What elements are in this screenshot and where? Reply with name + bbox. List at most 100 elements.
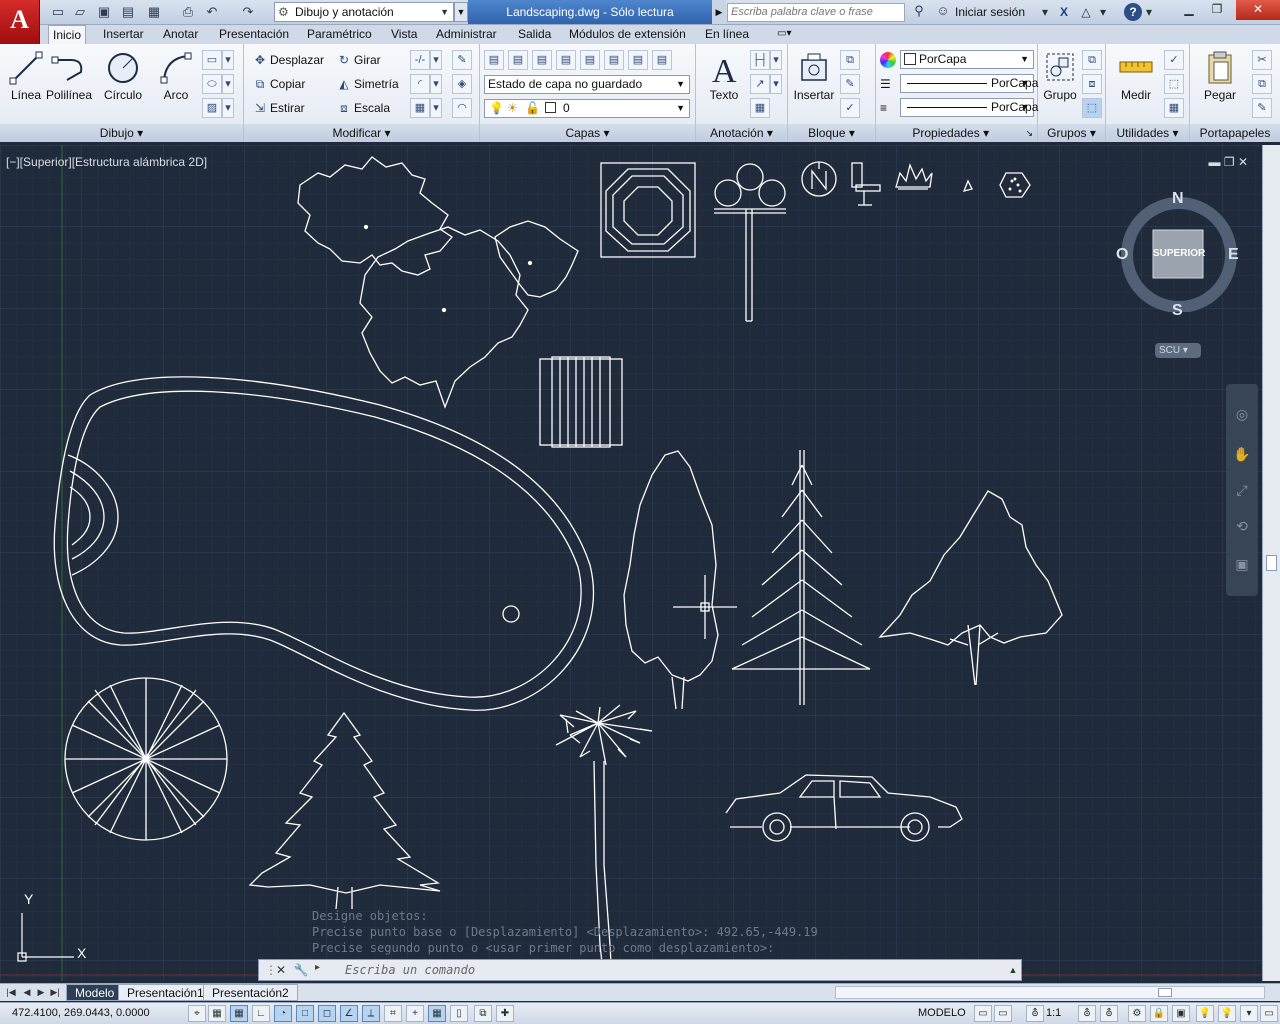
- autodesk-icon[interactable]: △: [1077, 3, 1095, 21]
- showmotion-icon[interactable]: ▣: [1230, 552, 1254, 576]
- snap-mode-icon[interactable]: ▦: [208, 1005, 226, 1022]
- measure-button[interactable]: Medir: [1110, 48, 1162, 120]
- vertical-scrollbar[interactable]: [1262, 145, 1280, 981]
- tab-vista[interactable]: Vista: [387, 25, 421, 44]
- tab-administrar[interactable]: Administrar: [432, 25, 501, 44]
- mirror-button[interactable]: ◭ Simetría: [334, 74, 398, 94]
- compass-north[interactable]: N: [1172, 190, 1184, 208]
- tab-inicio[interactable]: Inicio: [48, 25, 87, 44]
- cut-icon[interactable]: ✂: [1252, 50, 1272, 70]
- application-menu-button[interactable]: A: [0, 0, 40, 44]
- dynamic-ucs-icon[interactable]: ⟂: [362, 1005, 380, 1022]
- lineweight-select[interactable]: PorCapa ▼: [900, 74, 1038, 93]
- transparency-icon[interactable]: ▦: [428, 1005, 446, 1022]
- layer-states-icon[interactable]: ▤: [508, 50, 528, 70]
- vertical-scroll-thumb[interactable]: [1266, 555, 1277, 571]
- viewcube[interactable]: SUPERIOR N S E O: [1116, 190, 1240, 319]
- layer-off-icon[interactable]: ▤: [580, 50, 600, 70]
- last-tab-icon[interactable]: ▶|: [48, 985, 62, 999]
- calculator-icon[interactable]: ▦: [1164, 98, 1184, 118]
- create-block-icon[interactable]: ⧉: [840, 50, 860, 70]
- model-space-toggle[interactable]: MODELO: [918, 1007, 966, 1019]
- save-as-icon[interactable]: ▤: [118, 3, 138, 21]
- chevron-down-icon[interactable]: ▾: [222, 98, 234, 118]
- panel-title-propiedades[interactable]: Propiedades ▾ ↘: [876, 124, 1037, 142]
- arc-button[interactable]: Arco: [150, 48, 202, 120]
- color-wheel-icon[interactable]: [880, 52, 896, 68]
- stretch-button[interactable]: ⇲ Estirar: [250, 98, 305, 118]
- panel-title-modificar[interactable]: Modificar ▾: [244, 124, 479, 142]
- erase-icon[interactable]: ✎: [452, 50, 472, 70]
- compass-east[interactable]: E: [1228, 246, 1239, 264]
- tab-modulos-extension[interactable]: Módulos de extensión: [565, 25, 690, 44]
- wrench-icon[interactable]: 🔧: [293, 962, 309, 978]
- prev-tab-icon[interactable]: ◀: [20, 985, 34, 999]
- panel-title-dibujo[interactable]: Dibujo ▾: [0, 124, 243, 142]
- copy-button[interactable]: ⧉ Copiar: [250, 74, 306, 94]
- viewcube-top-face[interactable]: SUPERIOR: [1153, 248, 1205, 259]
- help-search-input[interactable]: Escriba palabra clave o frase: [727, 3, 905, 22]
- layer-select[interactable]: 💡 ☀ 🔓 0 ▼: [484, 99, 690, 118]
- quick-access-menu-button[interactable]: ▼: [454, 2, 468, 22]
- grid-display-icon[interactable]: ▦: [230, 1005, 248, 1022]
- panel-title-utilidades[interactable]: Utilidades ▾: [1106, 124, 1189, 142]
- group-button[interactable]: Grupo: [1038, 48, 1082, 120]
- hatch-icon[interactable]: ▨: [202, 98, 222, 118]
- dynamic-input-icon[interactable]: ⌗: [384, 1005, 402, 1022]
- chevron-down-icon[interactable]: ▾: [1098, 3, 1108, 21]
- chevron-down-icon[interactable]: ▾: [1144, 3, 1154, 21]
- ucs-menu-button[interactable]: SCU ▾: [1155, 343, 1201, 358]
- tab-insertar[interactable]: Insertar: [99, 25, 148, 44]
- isolate-objects-icon-2[interactable]: 💡: [1218, 1005, 1236, 1022]
- tab-presentacion2[interactable]: Presentación2: [203, 984, 298, 1001]
- trim-icon[interactable]: -/-: [410, 50, 430, 70]
- select-all-icon[interactable]: ⬚: [1164, 74, 1184, 94]
- polar-tracking-icon[interactable]: ◔: [274, 1005, 292, 1022]
- undo-icon[interactable]: ↶: [202, 3, 222, 21]
- annotation-monitor-icon[interactable]: ✚: [496, 1005, 514, 1022]
- layer-properties-icon[interactable]: ▤: [484, 50, 504, 70]
- table-icon[interactable]: ▦: [750, 98, 770, 118]
- paste-button[interactable]: Pegar: [1194, 48, 1246, 120]
- group-edit-icon[interactable]: ⧈: [1082, 74, 1102, 94]
- compass-west[interactable]: O: [1116, 246, 1128, 264]
- fillet-icon[interactable]: ◜: [410, 74, 430, 94]
- ribbon-minimize-button[interactable]: ▭▾: [773, 25, 795, 44]
- redo-icon[interactable]: ↷: [238, 3, 258, 21]
- exchange-icon[interactable]: X: [1055, 3, 1073, 21]
- leader-icon[interactable]: ↗: [750, 74, 770, 94]
- 3d-object-snap-icon[interactable]: ◻: [318, 1005, 336, 1022]
- drawing-canvas[interactable]: Y X [−][Superior][Estructura alámbrica 2…: [0, 145, 1262, 981]
- lineweight-icon[interactable]: ☰: [880, 77, 891, 91]
- ellipse-icon[interactable]: ⬭: [202, 74, 222, 94]
- viewport-window-controls[interactable]: ▬ ❐ ✕: [1209, 155, 1248, 169]
- array-icon[interactable]: ▦: [410, 98, 430, 118]
- circle-button[interactable]: Círculo: [97, 48, 149, 120]
- radial-tree-block[interactable]: [64, 677, 228, 841]
- quick-view-drawings-icon[interactable]: ▭: [994, 1005, 1012, 1022]
- panel-title-anotacion[interactable]: Anotación ▾: [696, 124, 787, 142]
- binoculars-icon[interactable]: ⚲: [910, 3, 928, 21]
- sign-in-button[interactable]: Iniciar sesión: [955, 5, 1025, 19]
- orbit-icon[interactable]: ⟲: [1230, 514, 1254, 538]
- explode-icon[interactable]: ◈: [452, 74, 472, 94]
- panel-title-bloque[interactable]: Bloque ▾: [788, 124, 875, 142]
- tab-modelo[interactable]: Modelo: [66, 984, 124, 1001]
- status-menu-icon[interactable]: ▾: [1240, 1005, 1258, 1022]
- panel-title-capas[interactable]: Capas ▾: [480, 124, 695, 142]
- close-button[interactable]: ✕: [1236, 0, 1280, 20]
- clean-screen-icon[interactable]: ▭: [1260, 1005, 1278, 1022]
- insert-block-button[interactable]: Insertar: [788, 48, 840, 120]
- zoom-extents-icon[interactable]: ⤢: [1230, 478, 1254, 502]
- print-icon[interactable]: ⎙: [178, 3, 198, 21]
- document-arrow-button[interactable]: ▶: [712, 0, 726, 24]
- dialog-launcher-icon[interactable]: ↘: [1025, 124, 1037, 142]
- compass-south[interactable]: S: [1172, 302, 1183, 320]
- tab-anotar[interactable]: Anotar: [159, 25, 202, 44]
- minimize-button[interactable]: ▁: [1174, 0, 1204, 20]
- restore-button[interactable]: ❐: [1202, 0, 1232, 20]
- attribute-icon[interactable]: ✓: [840, 98, 860, 118]
- save-icon[interactable]: ▣: [94, 3, 114, 21]
- isolate-objects-icon[interactable]: 💡: [1196, 1005, 1214, 1022]
- ungroup-icon[interactable]: ⧉: [1082, 50, 1102, 70]
